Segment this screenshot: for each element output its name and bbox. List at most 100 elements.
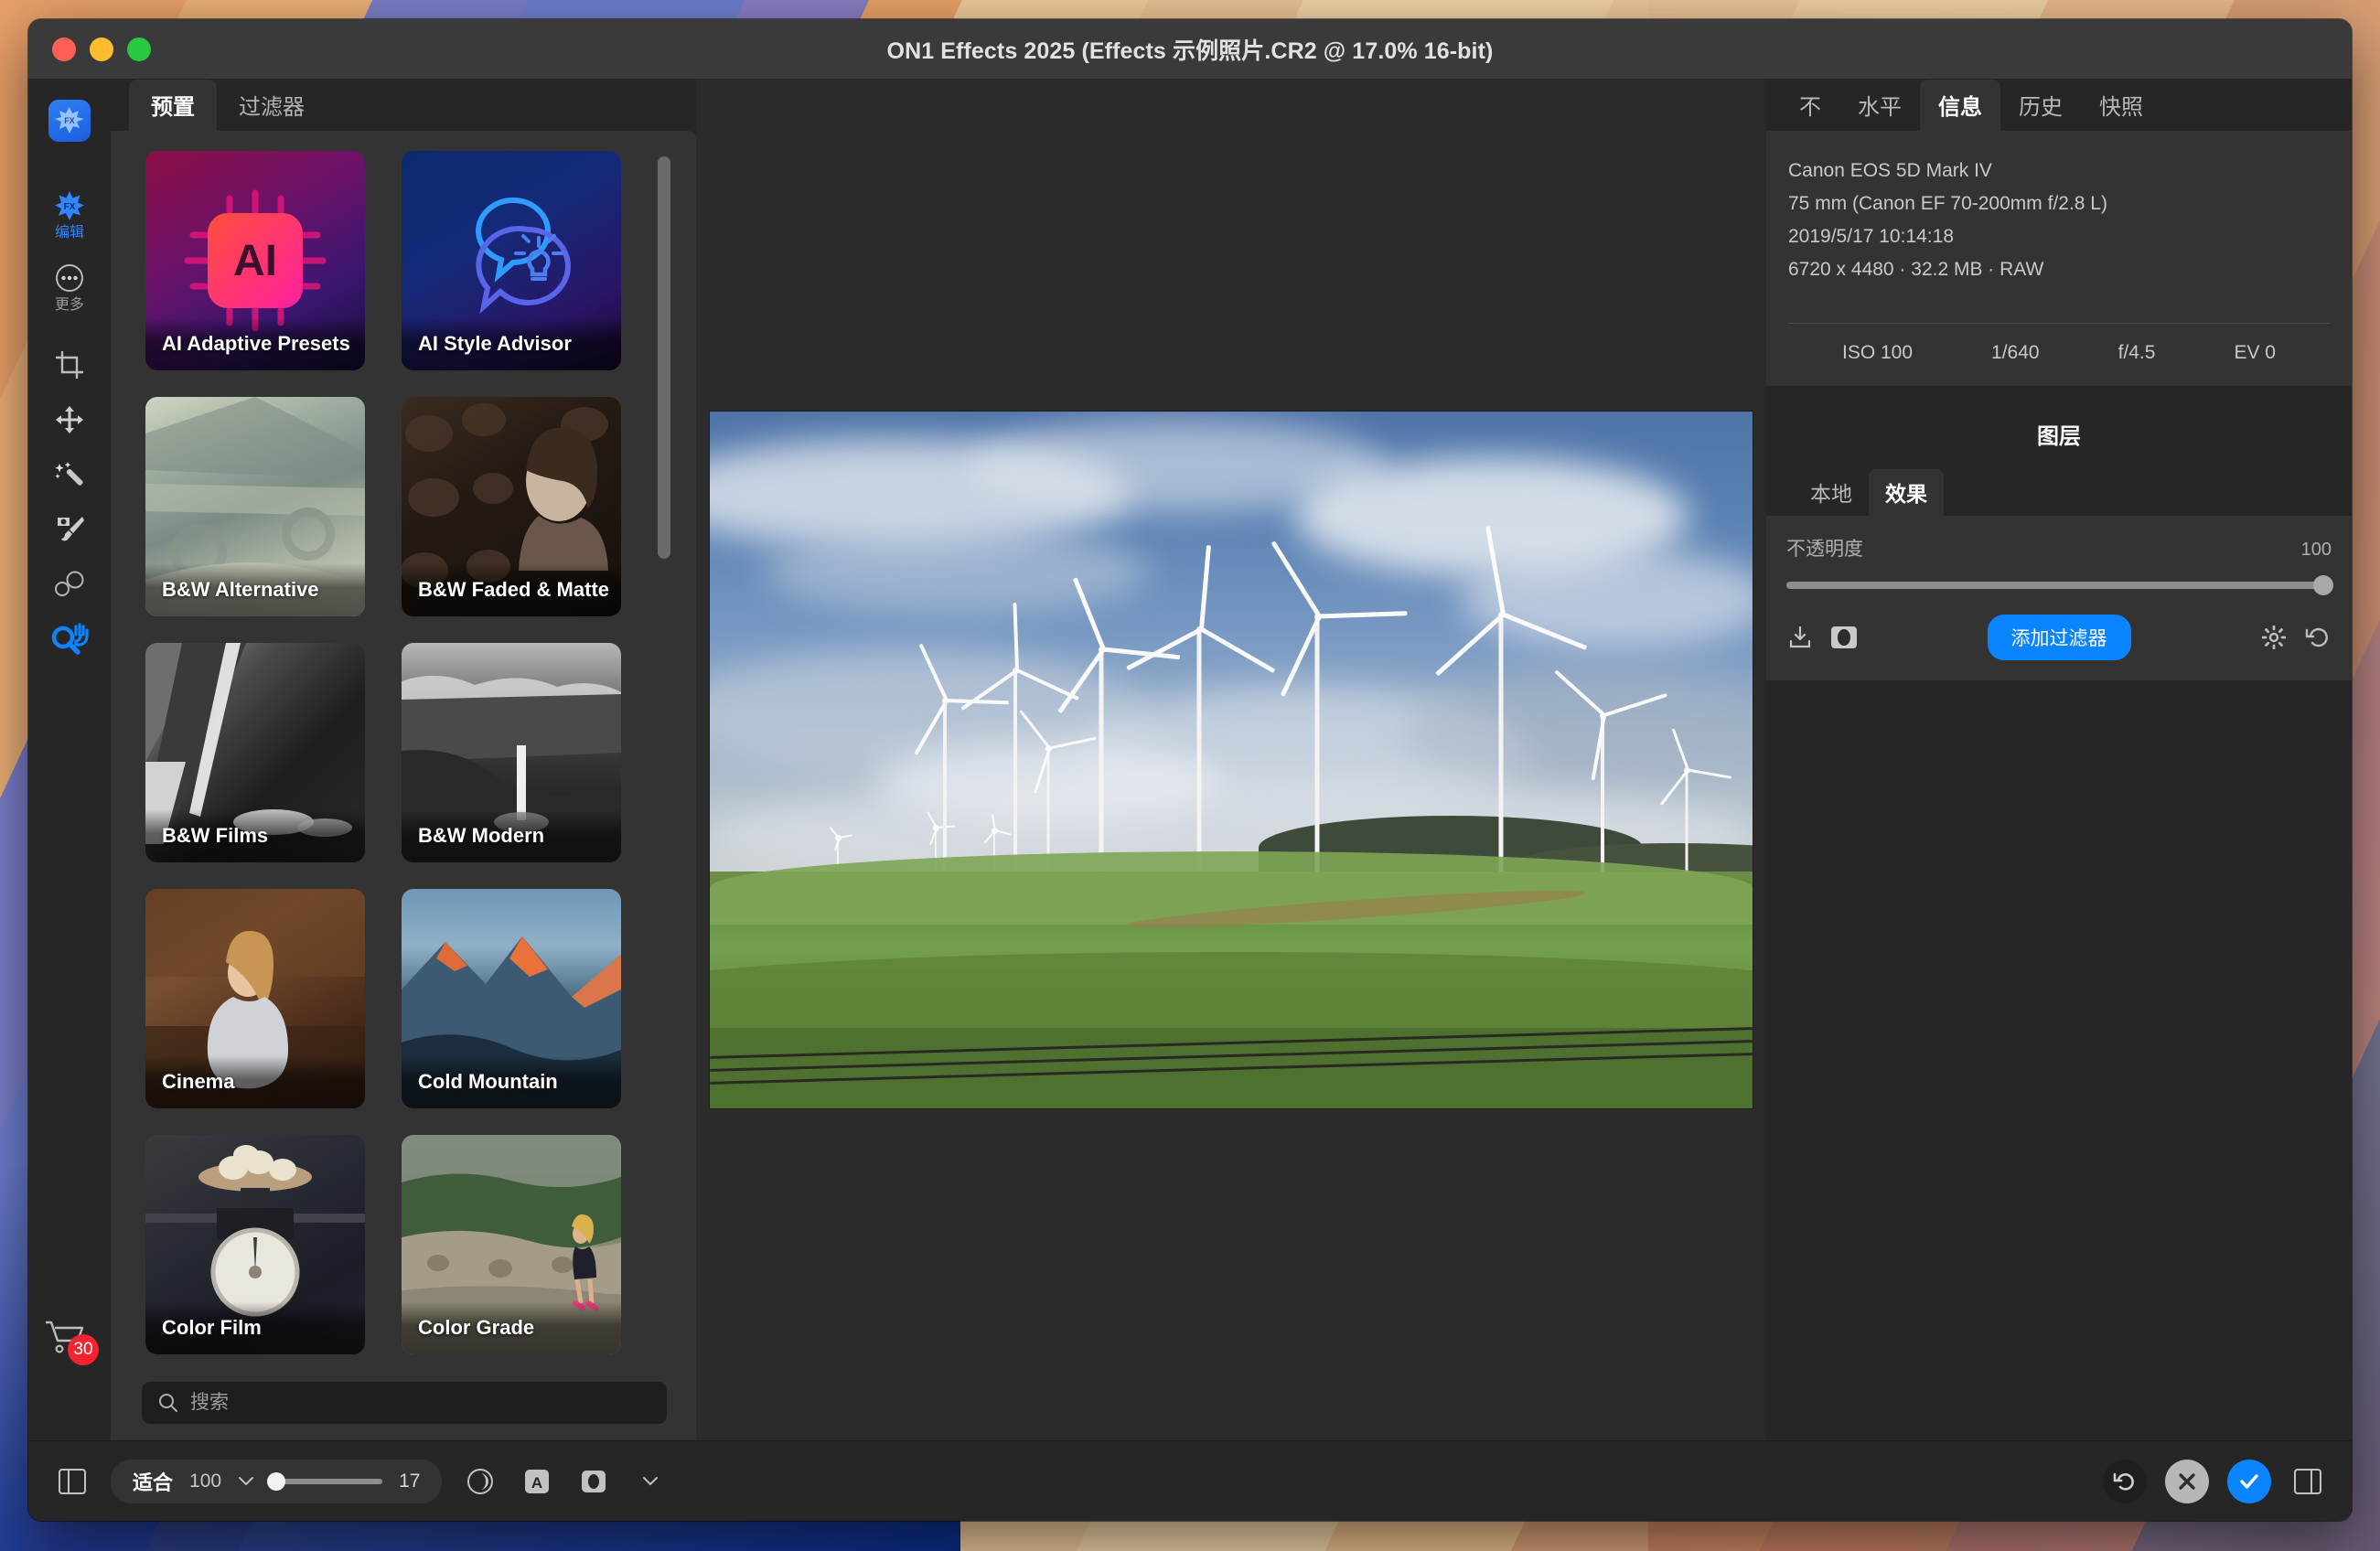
check-icon [2240, 1473, 2258, 1489]
tab-info[interactable]: 信息 [1920, 80, 2000, 131]
tool-magic-wand[interactable] [32, 451, 107, 497]
tab-snapshot[interactable]: 快照 [2081, 80, 2161, 131]
mask-icon[interactable] [1830, 624, 1858, 651]
add-filter-button[interactable]: 添加过滤器 [1987, 615, 2131, 661]
layers-title: 图层 [2037, 424, 2081, 450]
import-icon[interactable] [1786, 624, 1814, 651]
search-input[interactable] [190, 1392, 650, 1414]
tool-brush[interactable] [32, 506, 107, 551]
preset-card-bw-alternative[interactable]: B&W Alternative [145, 397, 365, 616]
search-box[interactable] [142, 1382, 667, 1424]
info-datetime: 2019/5/17 10:14:18 [1788, 226, 1955, 248]
svg-text:AI: AI [233, 237, 277, 285]
layer-card: 不透明度 100 添加过滤器 [1766, 516, 2352, 681]
tab-none[interactable]: 不 [1781, 80, 1839, 131]
preset-card-color-film[interactable]: Color Film [145, 1135, 365, 1354]
tab-levels[interactable]: 水平 [1839, 80, 1920, 131]
preset-card-bw-modern[interactable]: B&W Modern [402, 643, 621, 862]
tool-masking-bug[interactable] [32, 561, 107, 606]
crop-icon [54, 348, 85, 382]
left-panel-toggle-icon[interactable] [54, 1463, 91, 1500]
tool-more-label: 更多 [54, 297, 84, 313]
exif-ev: EV 0 [2234, 342, 2276, 364]
shopping-cart-button[interactable]: 30 [44, 1318, 99, 1365]
opacity-label: 不透明度 [1786, 539, 1863, 561]
chevron-down-icon[interactable] [238, 1476, 254, 1487]
preset-card-bw-faded-matte[interactable]: B&W Faded & Matte [402, 397, 621, 616]
tool-rail: FX FX 编辑 更多 30 [28, 80, 111, 1440]
cloud [765, 530, 1149, 613]
fit-label[interactable]: 适合 [133, 1467, 173, 1496]
presets-search-wrap [111, 1369, 696, 1440]
opacity-row: 不透明度 100 [1786, 534, 2332, 562]
ellipsis-circle-icon [55, 261, 84, 295]
canvas-area[interactable] [696, 80, 1766, 1440]
preset-card-color-grade[interactable]: Color Grade [402, 1135, 621, 1354]
info-camera: Canon EOS 5D Mark IV [1788, 160, 1992, 181]
chevron-down-icon[interactable] [632, 1463, 669, 1500]
presets-scrollbar[interactable] [658, 156, 670, 559]
app-window: ON1 Effects 2025 (Effects 示例照片.CR2 @ 17.… [28, 19, 2352, 1521]
tool-more[interactable]: 更多 [32, 254, 107, 317]
letter-a-icon[interactable]: A [519, 1463, 555, 1500]
move-icon [55, 402, 84, 437]
reset-circle-button[interactable] [2103, 1459, 2147, 1503]
preset-card-bw-films[interactable]: B&W Films [145, 643, 365, 862]
exif-row: ISO 100 1/640 f/4.5 EV 0 [1788, 324, 2330, 386]
fit-value[interactable]: 100 [189, 1471, 221, 1492]
exif-shutter: 1/640 [1991, 342, 2040, 364]
right-panel-tab-bar: 不 水平 信息 历史 快照 [1766, 80, 2352, 131]
tab-effects[interactable]: 效果 [1869, 469, 1944, 517]
presets-body: AI AI Adaptive Presets AI Style Advisor … [111, 131, 696, 1440]
preset-card-label: Cinema [145, 1055, 365, 1108]
wind-turbine [1270, 540, 1408, 882]
opacity-slider[interactable] [1786, 575, 2333, 596]
photo-field [710, 850, 1753, 1108]
eye-icon[interactable] [462, 1463, 499, 1500]
zoom-hand-icon [50, 622, 89, 657]
tab-history[interactable]: 历史 [2000, 80, 2081, 131]
gear-icon[interactable] [2260, 624, 2288, 651]
bottom-bar-right [2103, 1459, 2326, 1503]
zoom-value: 17 [399, 1470, 421, 1492]
exif-iso: ISO 100 [1841, 342, 1914, 364]
tab-presets[interactable]: 预置 [129, 80, 217, 131]
confirm-button[interactable] [2227, 1459, 2271, 1503]
opacity-slider-thumb[interactable] [2313, 575, 2333, 596]
window-body: FX FX 编辑 更多 30 预置 过滤器 AI AI Adaptive Pre… [28, 80, 2352, 1440]
close-icon [2179, 1472, 2195, 1490]
reset-icon[interactable] [2304, 624, 2332, 651]
preset-card-ai-style-advisor[interactable]: AI Style Advisor [402, 151, 621, 370]
svg-text:FX: FX [64, 202, 76, 212]
tool-move[interactable] [32, 396, 107, 442]
search-icon [158, 1393, 178, 1413]
exif-aperture: f/4.5 [2117, 342, 2156, 364]
preset-card-cinema[interactable]: Cinema [145, 889, 365, 1108]
fx-app-icon[interactable]: FX [48, 100, 91, 142]
presets-scroll-area[interactable]: AI AI Adaptive Presets AI Style Advisor … [111, 131, 696, 1369]
presets-panel: 预置 过滤器 AI AI Adaptive Presets AI Style A… [111, 80, 696, 1440]
cancel-button[interactable] [2165, 1459, 2209, 1503]
preset-card-ai-adaptive[interactable]: AI AI Adaptive Presets [145, 151, 365, 370]
opacity-value: 100 [2300, 540, 2332, 561]
tab-local[interactable]: 本地 [1794, 469, 1869, 516]
mask-circle-icon[interactable] [575, 1463, 612, 1500]
right-panel-toggle-icon[interactable] [2289, 1463, 2326, 1500]
tool-edit[interactable]: FX 编辑 [32, 182, 107, 245]
zoom-slider-thumb[interactable] [267, 1471, 286, 1491]
layer-actions: 添加过滤器 [1786, 615, 2332, 661]
tab-filters[interactable]: 过滤器 [217, 80, 327, 131]
right-panel: 不 水平 信息 历史 快照 Canon EOS 5D Mark IV 75 mm… [1766, 80, 2352, 1440]
wind-turbine [1126, 545, 1276, 878]
brush-icon [54, 512, 85, 547]
preset-card-cold-mountain[interactable]: Cold Mountain [402, 889, 621, 1108]
preset-card-label: AI Style Advisor [402, 317, 621, 370]
tool-crop[interactable] [32, 341, 107, 387]
masking-bug-icon [54, 567, 85, 602]
preset-card-label: B&W Modern [402, 809, 621, 862]
info-card: Canon EOS 5D Mark IV 75 mm (Canon EF 70-… [1766, 131, 2352, 387]
info-file: 6720 x 4480 · 32.2 MB · RAW [1788, 259, 2044, 281]
tool-zoom-hand[interactable] [32, 615, 107, 661]
canvas-photo[interactable] [710, 412, 1753, 1108]
zoom-slider[interactable] [267, 1471, 383, 1491]
